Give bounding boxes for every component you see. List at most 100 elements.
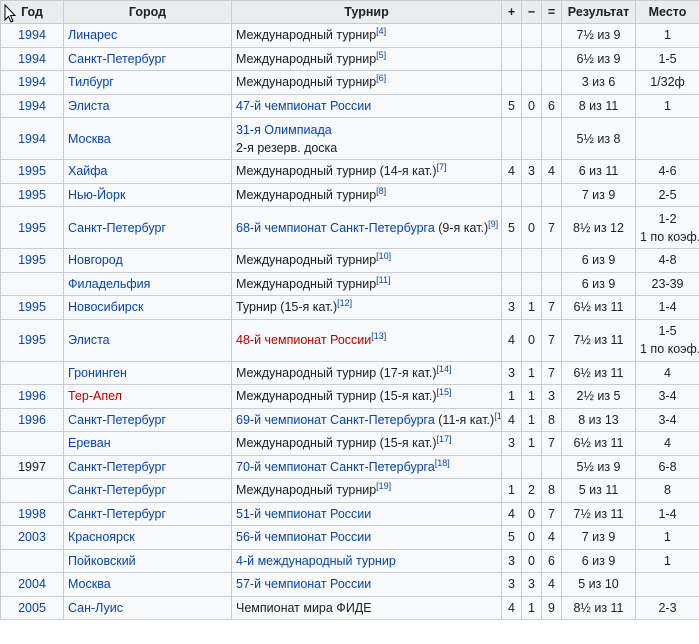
place-cell: 4-6 (635, 159, 699, 184)
year-link[interactable]: 1998 (18, 507, 46, 521)
header-result[interactable]: Результат (561, 0, 636, 24)
result-value: 5 из 10 (578, 577, 619, 592)
year-link[interactable]: 1995 (18, 300, 46, 314)
table-row: 1995 Нью-Йорк Международный турнир[8] 7 из … (0, 182, 699, 207)
year-link[interactable]: 1995 (18, 221, 46, 235)
city-link[interactable]: Санкт-Петербург (68, 507, 166, 521)
city-link[interactable]: Элиста (68, 333, 110, 347)
city-link[interactable]: Санкт-Петербург (68, 221, 166, 235)
header-minus[interactable]: − (521, 0, 542, 24)
city-link[interactable]: Новосибирск (68, 300, 143, 314)
place-cell: 1/32ф (635, 70, 699, 95)
year-link[interactable]: 1994 (18, 99, 46, 113)
reference-link[interactable]: [8] (376, 186, 386, 196)
reference-link[interactable]: [18] (435, 458, 450, 468)
header-plus[interactable]: + (501, 0, 522, 24)
result-value: 6 из 11 (578, 164, 619, 179)
reference-link[interactable]: [5] (376, 50, 386, 60)
year-link[interactable]: 2004 (18, 577, 46, 591)
year-link[interactable]: 1995 (18, 253, 46, 267)
city-link[interactable]: Филадельфия (68, 277, 150, 291)
tournament-link[interactable]: 56-й чемпионат России (236, 530, 371, 544)
city-cell: Санкт-Петербург (63, 501, 232, 526)
year-link[interactable]: 1994 (18, 52, 46, 66)
result-cell: 8½ из 11 (561, 595, 636, 620)
reference-link[interactable]: [13] (371, 331, 386, 341)
reference-link[interactable]: [15] (437, 387, 452, 397)
result-cell: 7½ из 11 (561, 318, 636, 362)
city-link[interactable]: Ереван (68, 436, 111, 450)
year-link[interactable]: 1994 (18, 75, 46, 89)
header-tournament[interactable]: Турнир (231, 0, 502, 24)
tournament-link[interactable]: 48-й чемпионат России (236, 333, 371, 347)
reference-sup: [4] (376, 26, 386, 36)
header-eq[interactable]: = (541, 0, 562, 24)
year-link[interactable]: 1996 (18, 389, 46, 403)
draws-value: 4 (548, 164, 555, 179)
losses-value: 1 (528, 412, 535, 427)
wins-cell (501, 182, 522, 207)
year-link[interactable]: 1995 (18, 333, 46, 347)
city-link[interactable]: Санкт-Петербург (68, 52, 166, 66)
tournament-link[interactable]: 69-й чемпионат Санкт-Петербурга (236, 413, 435, 427)
year-cell: 1997 (0, 454, 64, 479)
year-link[interactable]: 1996 (18, 413, 46, 427)
reference-link[interactable]: [16] (494, 411, 500, 421)
city-link[interactable]: Нью-Йорк (68, 188, 125, 202)
reference-link[interactable]: [14] (437, 364, 452, 374)
losses-cell (521, 182, 542, 207)
city-link[interactable]: Тер-Апел (68, 389, 122, 403)
reference-sup: [15] (437, 387, 452, 397)
city-link[interactable]: Элиста (68, 99, 110, 113)
year-link[interactable]: 1995 (18, 164, 46, 178)
result-cell: 6 из 9 (561, 548, 636, 573)
year-link[interactable]: 1994 (18, 28, 46, 42)
tournament-link[interactable]: 57-й чемпионат России (236, 577, 371, 591)
reference-link[interactable]: [9] (488, 218, 498, 228)
city-cell: Санкт-Петербург (63, 478, 232, 503)
year-link[interactable]: 2003 (18, 530, 46, 544)
year-cell (0, 431, 64, 456)
wins-value: 4 (508, 164, 515, 179)
reference-link[interactable]: [7] (437, 162, 447, 172)
tournament-link[interactable]: 70-й чемпионат Санкт-Петербурга (236, 460, 435, 474)
city-link[interactable]: Москва (68, 132, 111, 146)
tournament-text: Международный турнир (236, 51, 377, 66)
reference-link[interactable]: [10] (376, 251, 391, 261)
reference-link[interactable]: [11] (376, 275, 390, 285)
city-cell: Пойковский (63, 548, 232, 573)
tournament-link[interactable]: 31-я Олимпиада (236, 123, 332, 137)
city-link[interactable]: Красноярск (68, 530, 135, 544)
city-link[interactable]: Тилбург (68, 75, 114, 89)
year-cell: 1996 (0, 407, 64, 432)
city-link[interactable]: Хайфа (68, 164, 108, 178)
header-place[interactable]: Место (635, 0, 699, 24)
city-link[interactable]: Москва (68, 577, 111, 591)
header-city[interactable]: Город (63, 0, 232, 24)
wins-cell: 4 (501, 407, 522, 432)
reference-link[interactable]: [19] (376, 481, 391, 491)
reference-link[interactable]: [6] (376, 73, 386, 83)
reference-link[interactable]: [17] (437, 434, 452, 444)
draws-value: 8 (548, 412, 555, 427)
city-link[interactable]: Санкт-Петербург (68, 483, 166, 497)
city-link[interactable]: Пойковский (68, 554, 136, 568)
reference-link[interactable]: [4] (376, 26, 386, 36)
reference-link[interactable]: [12] (337, 298, 352, 308)
city-link[interactable]: Линарес (68, 28, 117, 42)
year-link[interactable]: 1994 (18, 132, 46, 146)
tournament-link[interactable]: 4-й международный турнир (236, 554, 396, 568)
tournament-link[interactable]: 47-й чемпионат России (236, 99, 371, 113)
city-link[interactable]: Санкт-Петербург (68, 413, 166, 427)
tournament-link[interactable]: 51-й чемпионат России (236, 507, 371, 521)
tournament-link[interactable]: 68-й чемпионат Санкт-Петербурга (236, 221, 435, 235)
losses-cell: 2 (521, 478, 542, 503)
city-link[interactable]: Новгород (68, 253, 123, 267)
city-link[interactable]: Сан-Луис (68, 601, 123, 615)
city-link[interactable]: Санкт-Петербург (68, 460, 166, 474)
header-year[interactable]: Год (0, 0, 64, 24)
year-link[interactable]: 2005 (18, 601, 46, 615)
reference-sup: [6] (376, 73, 386, 83)
year-link[interactable]: 1995 (18, 188, 46, 202)
city-link[interactable]: Гронинген (68, 366, 127, 380)
